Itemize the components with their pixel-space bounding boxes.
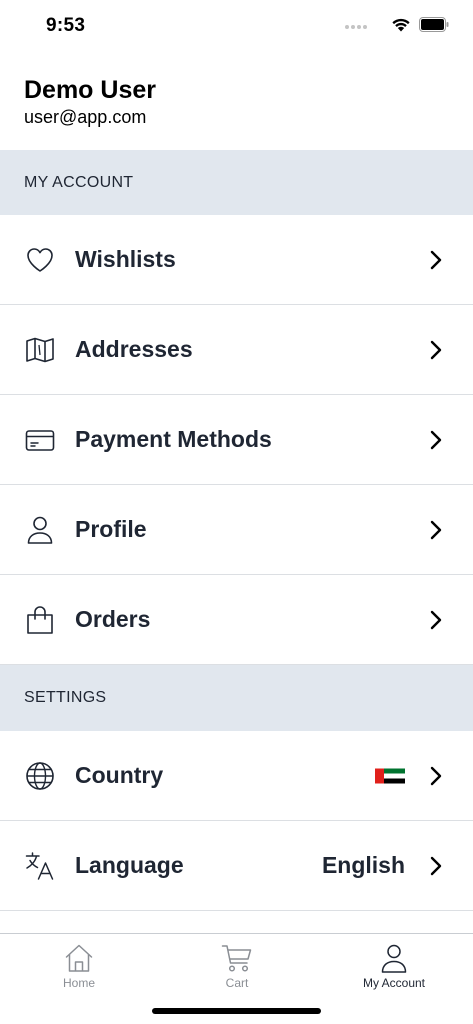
chevron-right-icon xyxy=(430,520,442,539)
home-indicator[interactable] xyxy=(152,1008,321,1014)
tab-label: Home xyxy=(62,976,95,990)
menu-item-label: Addresses xyxy=(75,336,193,362)
section-title: SETTINGS xyxy=(24,689,107,706)
person-icon xyxy=(27,516,53,544)
tab-cart[interactable]: Cart xyxy=(158,934,316,994)
tab-label: Cart xyxy=(225,976,249,990)
menu-item-wishlists[interactable]: Wishlists xyxy=(0,215,473,305)
wifi-icon xyxy=(392,18,410,32)
chevron-right-icon xyxy=(430,766,442,785)
tab-home[interactable]: Home xyxy=(0,934,158,994)
menu-item-orders[interactable]: Orders xyxy=(0,575,473,665)
language-value: English xyxy=(321,852,405,878)
status-bar: 9:53 xyxy=(0,0,473,50)
user-email: user@app.com xyxy=(24,107,147,127)
cellular-signal-icon xyxy=(345,25,367,29)
shopping-bag-icon xyxy=(27,605,53,634)
menu-item-addresses[interactable]: Addresses xyxy=(0,305,473,395)
uae-flag-icon xyxy=(375,768,405,783)
chevron-right-icon xyxy=(430,250,442,269)
cart-icon xyxy=(221,945,252,972)
chevron-right-icon xyxy=(430,430,442,449)
status-icons xyxy=(339,16,449,36)
section-header-my-account: MY ACCOUNT xyxy=(0,150,473,215)
my-account-screen: 9:53 Demo User user@app.com MY ACCOUNT W… xyxy=(0,0,473,1024)
chevron-right-icon xyxy=(430,340,442,359)
menu-item-country[interactable]: Country xyxy=(0,731,473,821)
section-title: MY ACCOUNT xyxy=(24,173,134,191)
globe-icon xyxy=(26,761,54,790)
menu-item-language[interactable]: Language English xyxy=(0,821,473,911)
tab-label: My Account xyxy=(362,976,426,990)
user-header: Demo User user@app.com xyxy=(24,75,156,128)
status-time: 9:53 xyxy=(46,15,86,36)
user-name: Demo User xyxy=(24,76,156,104)
menu-item-label: Country xyxy=(75,762,164,788)
battery-icon xyxy=(419,17,449,32)
menu-item-label: Wishlists xyxy=(75,246,176,272)
credit-card-icon xyxy=(25,429,55,451)
section-header-settings: SETTINGS xyxy=(0,665,473,731)
tab-my-account[interactable]: My Account xyxy=(315,934,473,994)
menu-item-label: Profile xyxy=(75,516,147,542)
map-icon xyxy=(26,337,54,362)
menu-item-profile[interactable]: Profile xyxy=(0,485,473,575)
flag-stripes xyxy=(384,768,405,783)
heart-icon xyxy=(27,247,53,272)
home-icon xyxy=(65,944,93,972)
menu-item-payment-methods[interactable]: Payment Methods xyxy=(0,395,473,485)
chevron-right-icon xyxy=(430,610,442,629)
menu-item-label: Payment Methods xyxy=(75,426,272,452)
menu-item-label: Orders xyxy=(75,606,151,632)
flag-band xyxy=(375,768,384,783)
menu-item-label: Language xyxy=(75,852,184,878)
translate-icon xyxy=(25,851,54,880)
person-icon xyxy=(381,944,407,973)
chevron-right-icon xyxy=(430,856,442,875)
